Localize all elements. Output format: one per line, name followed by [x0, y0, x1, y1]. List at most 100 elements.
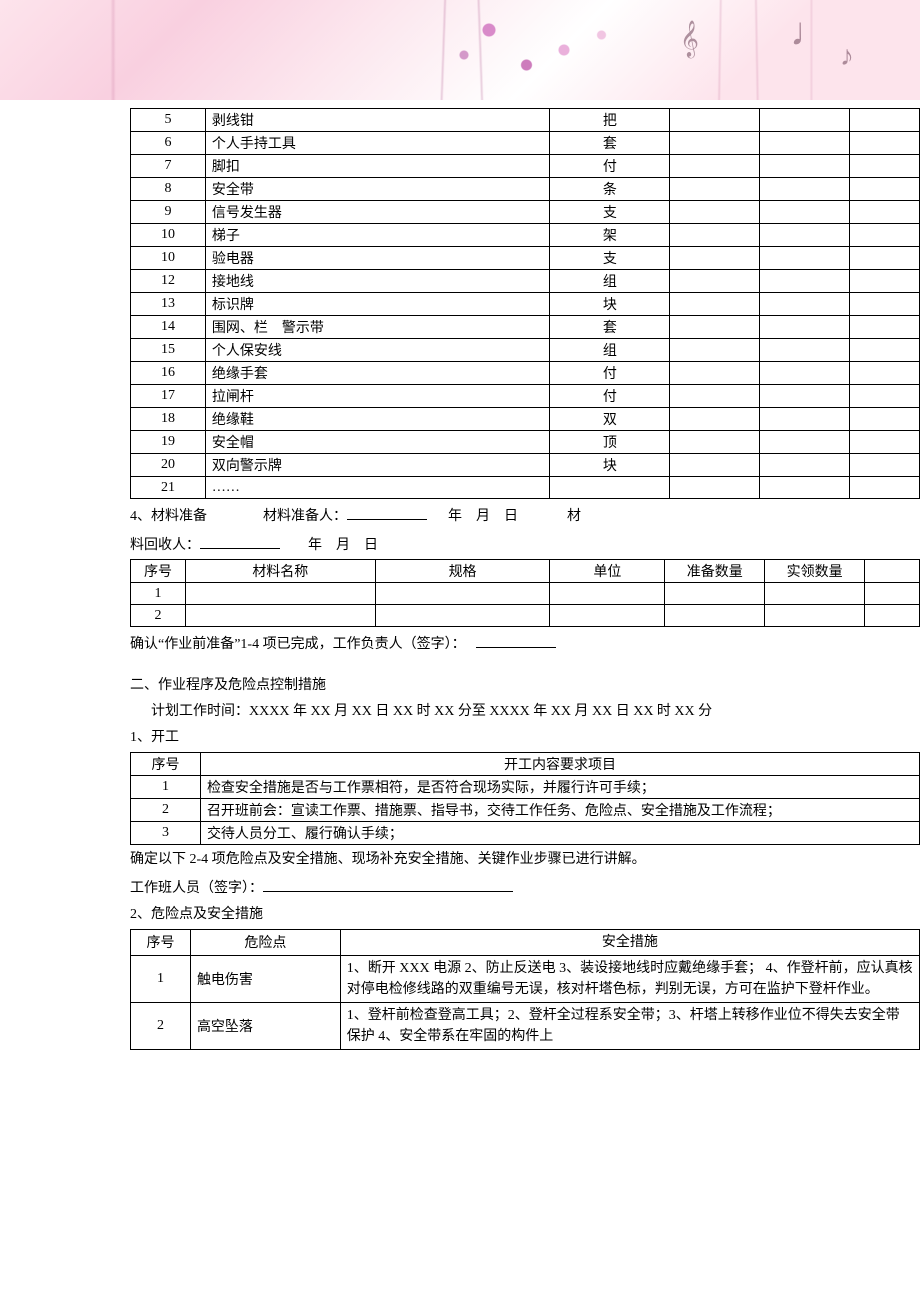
cell-blank	[760, 224, 850, 247]
cell-blank	[670, 454, 760, 477]
cell-name	[185, 583, 375, 605]
cell-blank	[760, 109, 850, 132]
cell-blank	[850, 385, 920, 408]
cell-blank	[670, 224, 760, 247]
cell-blank	[850, 178, 920, 201]
cell-unit: 套	[550, 132, 670, 155]
cell-unit: 块	[550, 293, 670, 316]
cell-blank	[670, 247, 760, 270]
decorative-floral-header: 𝄞 ♩ ♪	[0, 0, 920, 100]
risk-table: 序号 危险点 安全措施 1触电伤害1、断开 XXX 电源 2、防止反送电 3、装…	[130, 929, 920, 1050]
cell-blank	[760, 316, 850, 339]
table-row: 10验电器支	[131, 247, 920, 270]
table-row: 17拉闸杆付	[131, 385, 920, 408]
cell-unit: 付	[550, 155, 670, 178]
cell-no: 10	[131, 247, 206, 270]
cell-item: 召开班前会：宣读工作票、措施票、指导书，交待工作任务、危险点、安全措施及工作流程…	[200, 798, 919, 821]
cell-name: 安全帽	[205, 431, 550, 454]
cell-blank	[850, 477, 920, 499]
cell-spec	[375, 583, 550, 605]
cell-blank	[850, 247, 920, 270]
materials-recycler-line: 料回收人： 年 月 日	[130, 532, 920, 557]
table-row: 13标识牌块	[131, 293, 920, 316]
cell-blank	[760, 454, 850, 477]
cell-blank	[670, 362, 760, 385]
cell-item: 检查安全措施是否与工作票相符，是否符合现场实际，并履行许可手续；	[200, 775, 919, 798]
cell-name: 接地线	[205, 270, 550, 293]
cell-no: 3	[131, 821, 201, 844]
cell-recv-qty	[765, 583, 865, 605]
cell-name: 脚扣	[205, 155, 550, 178]
cell-blank	[850, 431, 920, 454]
cell-unit: 把	[550, 109, 670, 132]
cell-blank	[760, 385, 850, 408]
table-row: 12接地线组	[131, 270, 920, 293]
cell-no: 7	[131, 155, 206, 178]
cell-no: 12	[131, 270, 206, 293]
col-no: 序号	[131, 752, 201, 775]
cell-unit	[550, 605, 665, 627]
table-row: 1触电伤害1、断开 XXX 电源 2、防止反送电 3、装设接地线时应戴绝缘手套；…	[131, 955, 920, 1002]
cell-unit	[550, 583, 665, 605]
cell-blank	[670, 431, 760, 454]
cell-no: 2	[131, 1002, 191, 1049]
cell-blank	[670, 201, 760, 224]
confirm-prep-blank	[476, 631, 556, 648]
cell-no: 18	[131, 408, 206, 431]
cell-prep-qty	[665, 583, 765, 605]
kaigong-header-row: 序号 开工内容要求项目	[131, 752, 920, 775]
cell-blank	[760, 201, 850, 224]
cell-unit: 付	[550, 362, 670, 385]
cell-no: 15	[131, 339, 206, 362]
risk-header-row: 序号 危险点 安全措施	[131, 929, 920, 955]
cell-blank	[760, 431, 850, 454]
cell-point: 高空坠落	[190, 1002, 340, 1049]
table-row: 18绝缘鞋双	[131, 408, 920, 431]
cell-blank	[760, 178, 850, 201]
cell-no: 2	[131, 605, 186, 627]
cell-blank	[670, 477, 760, 499]
cell-blank	[670, 339, 760, 362]
table-row: 15个人保安线组	[131, 339, 920, 362]
cell-blank	[670, 408, 760, 431]
cell-blank	[850, 454, 920, 477]
recycler-prefix: 材	[567, 509, 581, 524]
cell-prep-qty	[665, 605, 765, 627]
kaigong-table: 序号 开工内容要求项目 1检查安全措施是否与工作票相符，是否符合现场实际，并履行…	[130, 752, 920, 845]
cell-name: 剥线钳	[205, 109, 550, 132]
cell-blank	[850, 339, 920, 362]
cell-blank	[760, 293, 850, 316]
cell-name: 绝缘鞋	[205, 408, 550, 431]
cell-no: 1	[131, 775, 201, 798]
cell-no: 9	[131, 201, 206, 224]
cell-name: 绝缘手套	[205, 362, 550, 385]
materials-table: 序号 材料名称 规格 单位 准备数量 实领数量 12	[130, 559, 920, 627]
confirm-kaigong-line1: 确定以下 2-4 项危险点及安全措施、现场补充安全措施、关键作业步骤已进行讲解。	[130, 849, 920, 871]
cell-blank	[760, 155, 850, 178]
cell-blank	[670, 155, 760, 178]
col-prep-qty: 准备数量	[665, 560, 765, 583]
cell-name	[185, 605, 375, 627]
confirm-kaigong-line2: 工作班人员（签字）：	[130, 875, 920, 900]
col-no: 序号	[131, 560, 186, 583]
cell-blank	[670, 178, 760, 201]
tools-table: 5剥线钳把6个人手持工具套7脚扣付8安全带条9信号发生器支10梯子架10验电器支…	[130, 108, 920, 499]
cell-blank	[850, 293, 920, 316]
risk-heading: 2、危险点及安全措施	[130, 904, 920, 926]
cell-no: 19	[131, 431, 206, 454]
cell-no: 2	[131, 798, 201, 821]
cell-name: 拉闸杆	[205, 385, 550, 408]
cell-blank	[850, 270, 920, 293]
cell-blank	[850, 408, 920, 431]
cell-name: 围网、栏 警示带	[205, 316, 550, 339]
col-extra	[865, 560, 920, 583]
cell-unit: 块	[550, 454, 670, 477]
cell-no: 13	[131, 293, 206, 316]
cell-blank	[670, 132, 760, 155]
cell-unit: 付	[550, 385, 670, 408]
cell-unit	[550, 477, 670, 499]
materials-heading-line: 4、材料准备 材料准备人： 年 月 日 材	[130, 503, 920, 528]
table-row: 19安全帽顶	[131, 431, 920, 454]
table-row: 2高空坠落1、登杆前检查登高工具；2、登杆全过程系安全带；3、杆塔上转移作业位不…	[131, 1002, 920, 1049]
cell-no: 1	[131, 583, 186, 605]
